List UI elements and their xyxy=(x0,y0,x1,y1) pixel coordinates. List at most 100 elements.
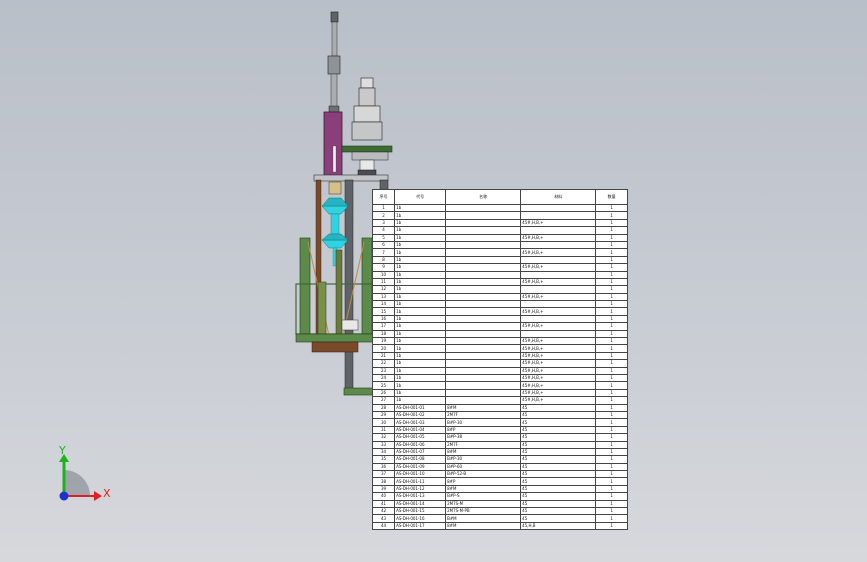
bom-cell-code: 1b xyxy=(394,218,447,228)
triad-quadrant xyxy=(64,470,90,496)
bom-cell-qty: 1 xyxy=(595,492,628,501)
bom-cell-material: 45#,H,B,+ xyxy=(520,351,597,361)
bom-row: 6 1b 1 xyxy=(371,240,628,250)
bom-cell-index: 37 xyxy=(371,470,396,479)
bom-row: 19 1b 45#,H,B,+ 1 xyxy=(371,337,628,346)
bom-cell-name: 8#P xyxy=(445,477,522,486)
bom-cell-material: 45#,H,B,+ xyxy=(520,263,597,272)
bom-cell-material: 45 xyxy=(520,462,597,472)
bom-cell-index: 33 xyxy=(371,440,396,449)
bom-cell-index: 31 xyxy=(371,425,396,435)
bom-row: 40 AS-DH-001-13 B#P-S 45 1 xyxy=(371,492,628,501)
bom-cell-index: 5 xyxy=(371,233,396,242)
bom-row: 36 AS-DH-001-09 B#P-60 45 1 xyxy=(371,462,628,472)
bom-cell-name xyxy=(445,255,522,265)
bom-cell-material: 45 xyxy=(520,440,597,449)
bom-cell-material xyxy=(520,314,597,324)
bom-cell-index: 40 xyxy=(371,492,396,501)
bom-cell-name xyxy=(445,300,522,309)
bom-row: 8 1b 1 xyxy=(371,255,628,265)
bom-cell-index: 25 xyxy=(371,381,396,390)
bom-cell-qty: 1 xyxy=(595,270,628,279)
bom-cell-name: 2M7F xyxy=(445,440,522,449)
bom-row: 7 1b 45#,H,B,+ 1 xyxy=(371,248,628,257)
bom-cell-qty: 1 xyxy=(595,410,628,420)
bom-row: 24 1b 45#,H,B,+ 1 xyxy=(371,373,628,383)
bom-cell-material: 45#,H,B,+ xyxy=(520,344,597,353)
bom-cell-material xyxy=(520,240,597,250)
bom-cell-material: 45 xyxy=(520,477,597,486)
bom-cell-code: AS-DH-001-08 xyxy=(394,455,447,464)
bom-cell-qty: 1 xyxy=(595,477,628,486)
bom-cell-code: AS-DH-001-15 xyxy=(394,506,447,516)
bom-header-name: 名称 xyxy=(445,189,522,205)
bom-cell-material xyxy=(520,203,597,213)
bom-cell-qty: 1 xyxy=(595,359,628,368)
right-cylinder-assembly[interactable] xyxy=(341,77,393,181)
bom-cell-code: 1b xyxy=(394,300,447,309)
cad-viewport[interactable]: 序号 代号 名称 材料 数量 1 1b 1 2 1b 1 3 1b 45#,H,B,+ 1 4 1b 1… xyxy=(0,0,867,562)
bom-cell-qty: 1 xyxy=(595,344,628,353)
bom-header-row: 序号 代号 名称 材料 数量 xyxy=(371,189,628,205)
bom-cell-name: 8#M xyxy=(445,484,522,494)
bom-cell-code: AS-DH-001-01 xyxy=(394,403,447,412)
green-frame[interactable] xyxy=(295,237,379,353)
bom-row: 3 1b 45#,H,B,+ 1 xyxy=(371,218,628,228)
bom-row: 44 AS-DH-001-17 8#M 45,H,B 1 xyxy=(371,521,628,531)
cyan-clamp-parts[interactable] xyxy=(321,181,349,267)
bom-header-code: 代号 xyxy=(394,189,447,205)
bom-cell-material: 45 xyxy=(520,506,597,516)
bom-row: 39 AS-DH-001-12 8#M 45 1 xyxy=(371,484,628,494)
bom-cell-code: AS-DH-001-14 xyxy=(394,499,447,509)
bom-cell-qty: 1 xyxy=(595,218,628,228)
bom-cell-index: 14 xyxy=(371,300,396,309)
bom-cell-code: AS-DH-001-02 xyxy=(394,410,447,420)
bom-cell-name: B#P-30 xyxy=(445,418,522,427)
bom-cell-qty: 1 xyxy=(595,425,628,435)
bom-cell-name: 8#M xyxy=(445,447,522,457)
left-actuator-rod[interactable] xyxy=(327,11,341,113)
bom-cell-material xyxy=(520,226,597,235)
bom-cell-code: 1b xyxy=(394,388,447,398)
bom-cell-qty: 1 xyxy=(595,285,628,294)
bom-row: 32 AS-DH-001-05 B#P-38 45 1 xyxy=(371,433,628,442)
bom-cell-code: AS-DH-001-16 xyxy=(394,514,447,523)
bom-cell-name: B#P-60 xyxy=(445,462,522,472)
bom-row: 22 1b 45#,H,B,+ 1 xyxy=(371,359,628,368)
bom-cell-name xyxy=(445,314,522,324)
bom-cell-name xyxy=(445,388,522,398)
bom-cell-qty: 1 xyxy=(595,514,628,523)
bom-cell-material: 45#,H,B,+ xyxy=(520,388,597,398)
bom-cell-name: 2M7S-M xyxy=(445,499,522,509)
bom-cell-name xyxy=(445,381,522,390)
bom-cell-index: 4 xyxy=(371,226,396,235)
bom-cell-index: 38 xyxy=(371,477,396,486)
bom-cell-qty: 1 xyxy=(595,433,628,442)
bom-cell-name xyxy=(445,351,522,361)
bom-cell-code: 1b xyxy=(394,263,447,272)
bom-cell-code: AS-DH-001-03 xyxy=(394,418,447,427)
bom-cell-material: 45 xyxy=(520,470,597,479)
bom-cell-index: 24 xyxy=(371,373,396,383)
bom-cell-code: 1b xyxy=(394,240,447,250)
guide-rod-center[interactable] xyxy=(344,179,354,391)
bom-cell-qty: 1 xyxy=(595,470,628,479)
bom-cell-index: 20 xyxy=(371,344,396,353)
bom-row: 30 AS-DH-001-03 B#P-30 45 1 xyxy=(371,418,628,427)
bom-cell-name xyxy=(445,226,522,235)
bom-row: 35 AS-DH-001-08 B#P-30 45 1 xyxy=(371,455,628,464)
bom-cell-code: 1b xyxy=(394,373,447,383)
bom-cell-code: 1b xyxy=(394,344,447,353)
coordinate-triad: Y X xyxy=(58,444,111,501)
bom-header-index: 序号 xyxy=(371,189,396,205)
bom-cell-code: 1b xyxy=(394,366,447,376)
bom-cell-index: 11 xyxy=(371,277,396,287)
bom-cell-code: 1b xyxy=(394,351,447,361)
bom-header-qty: 数量 xyxy=(595,189,628,205)
bom-cell-index: 22 xyxy=(371,359,396,368)
bom-cell-qty: 1 xyxy=(595,255,628,265)
bom-cell-index: 16 xyxy=(371,314,396,324)
bom-cell-qty: 1 xyxy=(595,329,628,339)
bom-cell-code: 1b xyxy=(394,307,447,316)
bom-cell-qty: 1 xyxy=(595,337,628,346)
